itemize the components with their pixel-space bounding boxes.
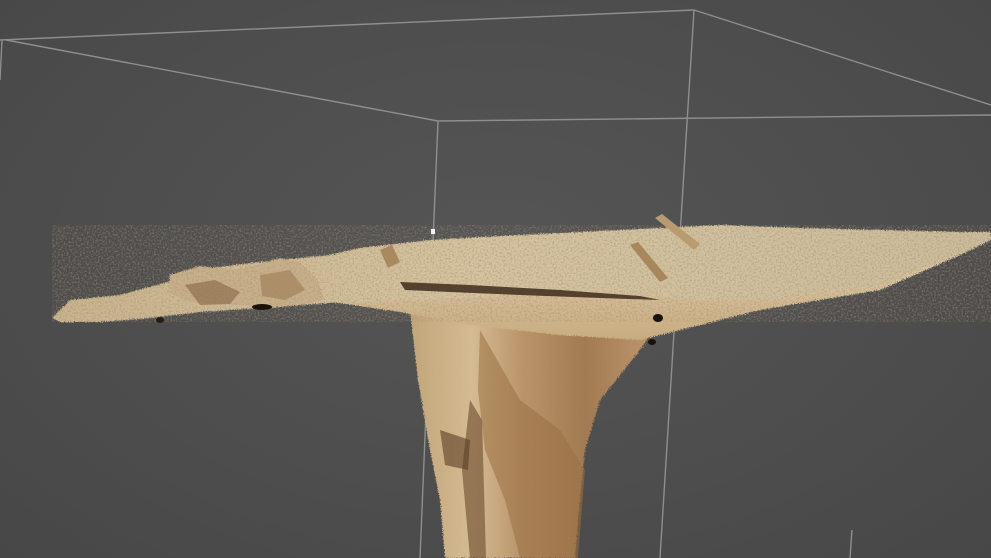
scan-hole <box>156 317 164 323</box>
bbox-edge <box>693 9 991 106</box>
bbox-edge <box>0 39 3 81</box>
bbox-edge <box>849 529 853 558</box>
scan-hole <box>648 339 656 345</box>
viewport-canvas[interactable] <box>0 0 991 558</box>
bbox-edge <box>5 39 439 122</box>
scanned-rock-model[interactable] <box>52 214 991 558</box>
3d-viewport[interactable] <box>0 0 991 558</box>
scan-hole <box>653 314 663 322</box>
scan-marker <box>431 229 435 234</box>
bbox-edge <box>0 9 695 41</box>
bbox-edge <box>437 114 991 122</box>
scan-hole <box>252 304 272 310</box>
